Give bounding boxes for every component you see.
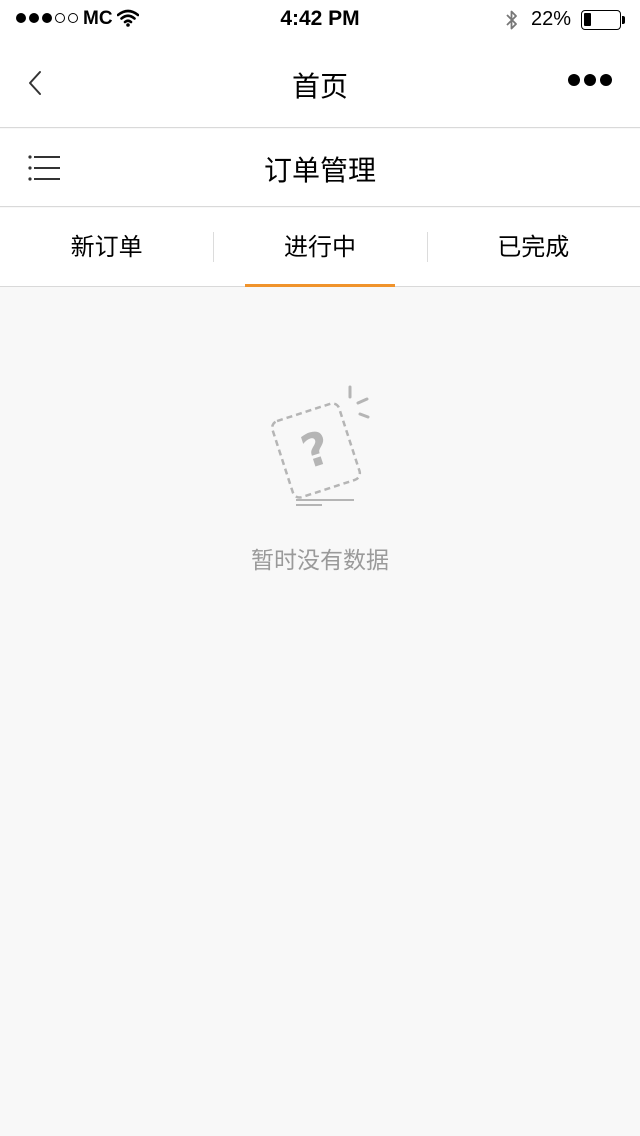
tab-label: 已完成 bbox=[497, 233, 570, 261]
status-bar: MC 4:42 PM 22% bbox=[0, 0, 640, 40]
svg-text:?: ? bbox=[295, 420, 337, 480]
tab-completed[interactable]: 已完成 bbox=[426, 208, 640, 286]
nav-title: 首页 bbox=[291, 70, 348, 103]
tab-label: 新订单 bbox=[70, 233, 143, 261]
question-card-icon: ? bbox=[270, 385, 370, 506]
order-tabs: 新订单 进行中 已完成 bbox=[0, 208, 640, 287]
tab-new-orders[interactable]: 新订单 bbox=[0, 208, 213, 286]
battery-percentage: 22% bbox=[531, 8, 572, 30]
section-header: 订单管理 bbox=[0, 129, 640, 207]
more-dots-icon[interactable] bbox=[568, 74, 612, 86]
tab-label: 进行中 bbox=[283, 233, 356, 261]
battery-level bbox=[584, 13, 591, 26]
section-title: 订单管理 bbox=[263, 154, 376, 187]
screen: MC 4:42 PM 22% 首页 订单管理 新订单 进行中 已完成 ? 暂时没… bbox=[0, 0, 640, 1136]
empty-state-message: 暂时没有数据 bbox=[251, 548, 389, 574]
battery-tip bbox=[622, 16, 625, 24]
nav-bar: 首页 bbox=[0, 40, 640, 128]
tab-in-progress[interactable]: 进行中 bbox=[213, 208, 426, 287]
battery-icon bbox=[581, 10, 621, 30]
bluetooth-icon bbox=[506, 10, 517, 30]
active-tab-indicator bbox=[245, 284, 395, 287]
